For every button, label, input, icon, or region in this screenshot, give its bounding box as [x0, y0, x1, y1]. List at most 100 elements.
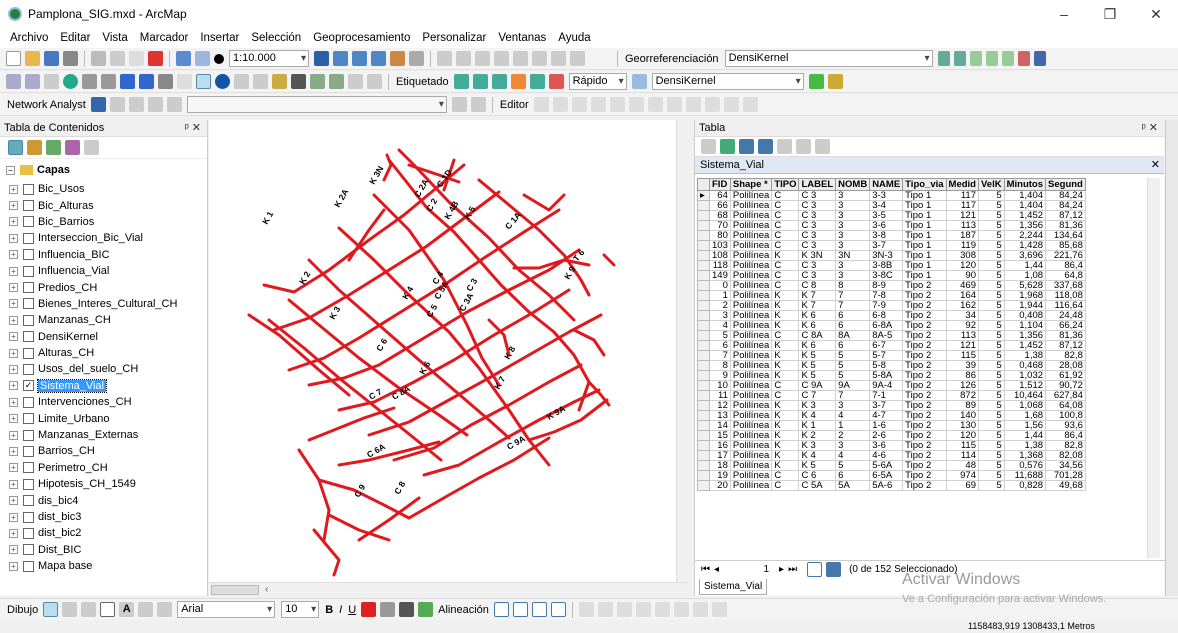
- expand-icon[interactable]: +: [9, 381, 18, 391]
- menu-item-personalizar[interactable]: Personalizar: [416, 32, 492, 44]
- attribute-grid[interactable]: FID Shape * TIPO LABEL NOMB NAME Tipo_via Medid…: [697, 178, 1144, 558]
- layer-visibility-checkbox[interactable]: [23, 183, 34, 195]
- forward-extent-icon[interactable]: [139, 74, 154, 89]
- label-priority-icon[interactable]: [472, 74, 488, 89]
- network-analyst-menu[interactable]: Network Analyst: [7, 99, 86, 111]
- layer-visibility-checkbox[interactable]: [23, 232, 34, 244]
- toc-close-icon[interactable]: ᵖ ✕: [185, 121, 201, 134]
- label-quality-select[interactable]: Rápido: [568, 73, 627, 90]
- show-selected-records-icon[interactable]: [826, 561, 842, 577]
- layer-item[interactable]: + Bic_Usos: [6, 181, 177, 197]
- layer-item[interactable]: + DensiKernel: [6, 329, 177, 345]
- layer-visibility-checkbox[interactable]: [23, 249, 34, 261]
- layer-item[interactable]: + Manzanas_Externas: [6, 427, 177, 443]
- network-tool-icon[interactable]: [470, 97, 486, 112]
- expand-icon[interactable]: +: [9, 184, 18, 194]
- table-close-icon[interactable]: ᵖ ✕: [1142, 121, 1158, 134]
- table-row[interactable]: 4 Polilínea K K 6 6 6-8A Tipo 2 92 5 1,104 66,24: [697, 320, 1086, 331]
- menu-item-selección[interactable]: Selección: [245, 32, 307, 44]
- table-row[interactable]: 6 Polilínea K K 6 6 6-7 Tipo 2 121 5 1,452 87,12: [697, 340, 1086, 351]
- layer-item[interactable]: + Interseccion_Bic_Vial: [6, 230, 177, 246]
- row-selector-header[interactable]: [697, 178, 710, 191]
- row-selector[interactable]: [697, 290, 710, 301]
- layer-item[interactable]: + Manzanas_CH: [6, 312, 177, 328]
- table-of-contents-icon[interactable]: [333, 51, 348, 66]
- font-color-icon[interactable]: [361, 602, 377, 617]
- layer-item[interactable]: + Predios_CH: [6, 279, 177, 295]
- italic-button[interactable]: I: [339, 604, 342, 616]
- table-row[interactable]: 18 Polilínea K K 5 5 5-6A Tipo 2 48 5 0,576 34,56: [697, 460, 1086, 471]
- row-selector[interactable]: [697, 340, 710, 351]
- row-selector[interactable]: [697, 360, 710, 371]
- expand-icon[interactable]: +: [9, 561, 18, 571]
- catalog-icon[interactable]: [352, 51, 367, 66]
- menu-item-ayuda[interactable]: Ayuda: [552, 32, 596, 44]
- layer-visibility-checkbox[interactable]: [23, 413, 34, 425]
- related-tables-icon[interactable]: [720, 139, 735, 154]
- expand-icon[interactable]: +: [9, 545, 18, 555]
- table-tab-close-icon[interactable]: ✕: [1151, 158, 1160, 171]
- layer-item[interactable]: + Usos_del_suelo_CH: [6, 361, 177, 377]
- layer-visibility-checkbox[interactable]: [23, 282, 34, 294]
- editor-menu[interactable]: Editor: [500, 99, 529, 111]
- expand-icon[interactable]: +: [9, 299, 18, 309]
- line-icon[interactable]: [138, 602, 154, 617]
- underline-button[interactable]: U: [348, 604, 356, 616]
- edit-tool-icon[interactable]: [533, 97, 549, 112]
- row-selector[interactable]: [697, 450, 710, 461]
- fill-color-icon[interactable]: [380, 602, 396, 617]
- layer-visibility-checkbox[interactable]: [23, 511, 34, 523]
- layer-item[interactable]: + dist_bic3: [6, 509, 177, 525]
- options-icon[interactable]: [84, 140, 99, 155]
- expand-icon[interactable]: +: [9, 201, 18, 211]
- layer-item[interactable]: + ✓ Sistema_Vial: [6, 378, 177, 394]
- edit-tool-icon[interactable]: [647, 97, 663, 112]
- edit-tool-icon[interactable]: [571, 97, 587, 112]
- row-selector[interactable]: [697, 430, 710, 441]
- layer-item[interactable]: + Intervenciones_CH: [6, 394, 177, 410]
- layer-visibility-checkbox[interactable]: [23, 495, 34, 507]
- layer-item[interactable]: + Alturas_CH: [6, 345, 177, 361]
- table-options-icon[interactable]: [701, 139, 716, 154]
- expand-icon[interactable]: +: [9, 463, 18, 473]
- labeling-menu[interactable]: Etiquetado: [396, 76, 449, 88]
- expand-icon[interactable]: +: [9, 397, 18, 407]
- column-header[interactable]: VelK: [978, 178, 1005, 191]
- georef-tool-icon[interactable]: [1033, 51, 1046, 66]
- flicker-icon[interactable]: [827, 74, 843, 89]
- editor-toolbar-icon[interactable]: [314, 51, 329, 66]
- zoom-in-icon[interactable]: [6, 74, 21, 89]
- expand-icon[interactable]: +: [9, 479, 18, 489]
- expand-icon[interactable]: +: [9, 528, 18, 538]
- cut-icon[interactable]: [91, 51, 106, 66]
- layer-item[interactable]: + Bic_Barrios: [6, 214, 177, 230]
- pan-icon[interactable]: [44, 74, 59, 89]
- row-selector[interactable]: [697, 330, 710, 341]
- layer-visibility-checkbox[interactable]: [23, 396, 34, 408]
- drawing-tool-icon[interactable]: [578, 602, 594, 617]
- table-row[interactable]: 17 Polilínea K K 4 4 4-6 Tipo 2 114 5 1,368 82,08: [697, 450, 1086, 461]
- previous-record-button[interactable]: ◂: [714, 564, 719, 575]
- table-row[interactable]: 10 Polilínea C C 9A 9A 9A-4 Tipo 2 126 5 1,512 90,…: [697, 380, 1086, 391]
- layer-visibility-checkbox[interactable]: [23, 462, 34, 474]
- hyperlink-icon[interactable]: [234, 74, 249, 89]
- toolbar-tool-icon[interactable]: [532, 51, 547, 66]
- column-header[interactable]: Shape *: [729, 178, 773, 191]
- expand-icon[interactable]: +: [9, 233, 18, 243]
- layer-group-capas[interactable]: − Capas: [6, 164, 70, 176]
- layer-visibility-checkbox[interactable]: [23, 265, 34, 277]
- print-icon[interactable]: [63, 51, 78, 66]
- table-row[interactable]: 11 Polilínea C C 7 7 7-1 Tipo 2 872 5 10,464 627,8…: [697, 390, 1086, 401]
- layer-item[interactable]: + Dist_BIC: [6, 542, 177, 558]
- draw-rectangle-icon[interactable]: [531, 602, 547, 617]
- label-manager-icon[interactable]: [453, 74, 469, 89]
- fixed-zoom-out-icon[interactable]: [101, 74, 116, 89]
- toolbar-tool-icon[interactable]: [551, 51, 566, 66]
- edit-tool-icon[interactable]: [685, 97, 701, 112]
- row-selector[interactable]: [697, 460, 710, 471]
- map-vertical-scrollbar[interactable]: [676, 120, 690, 582]
- column-header[interactable]: Segund: [1045, 178, 1086, 191]
- alignment-menu[interactable]: Alineación: [438, 604, 489, 616]
- switch-selection-icon[interactable]: [758, 139, 773, 154]
- row-selector[interactable]: [697, 380, 710, 391]
